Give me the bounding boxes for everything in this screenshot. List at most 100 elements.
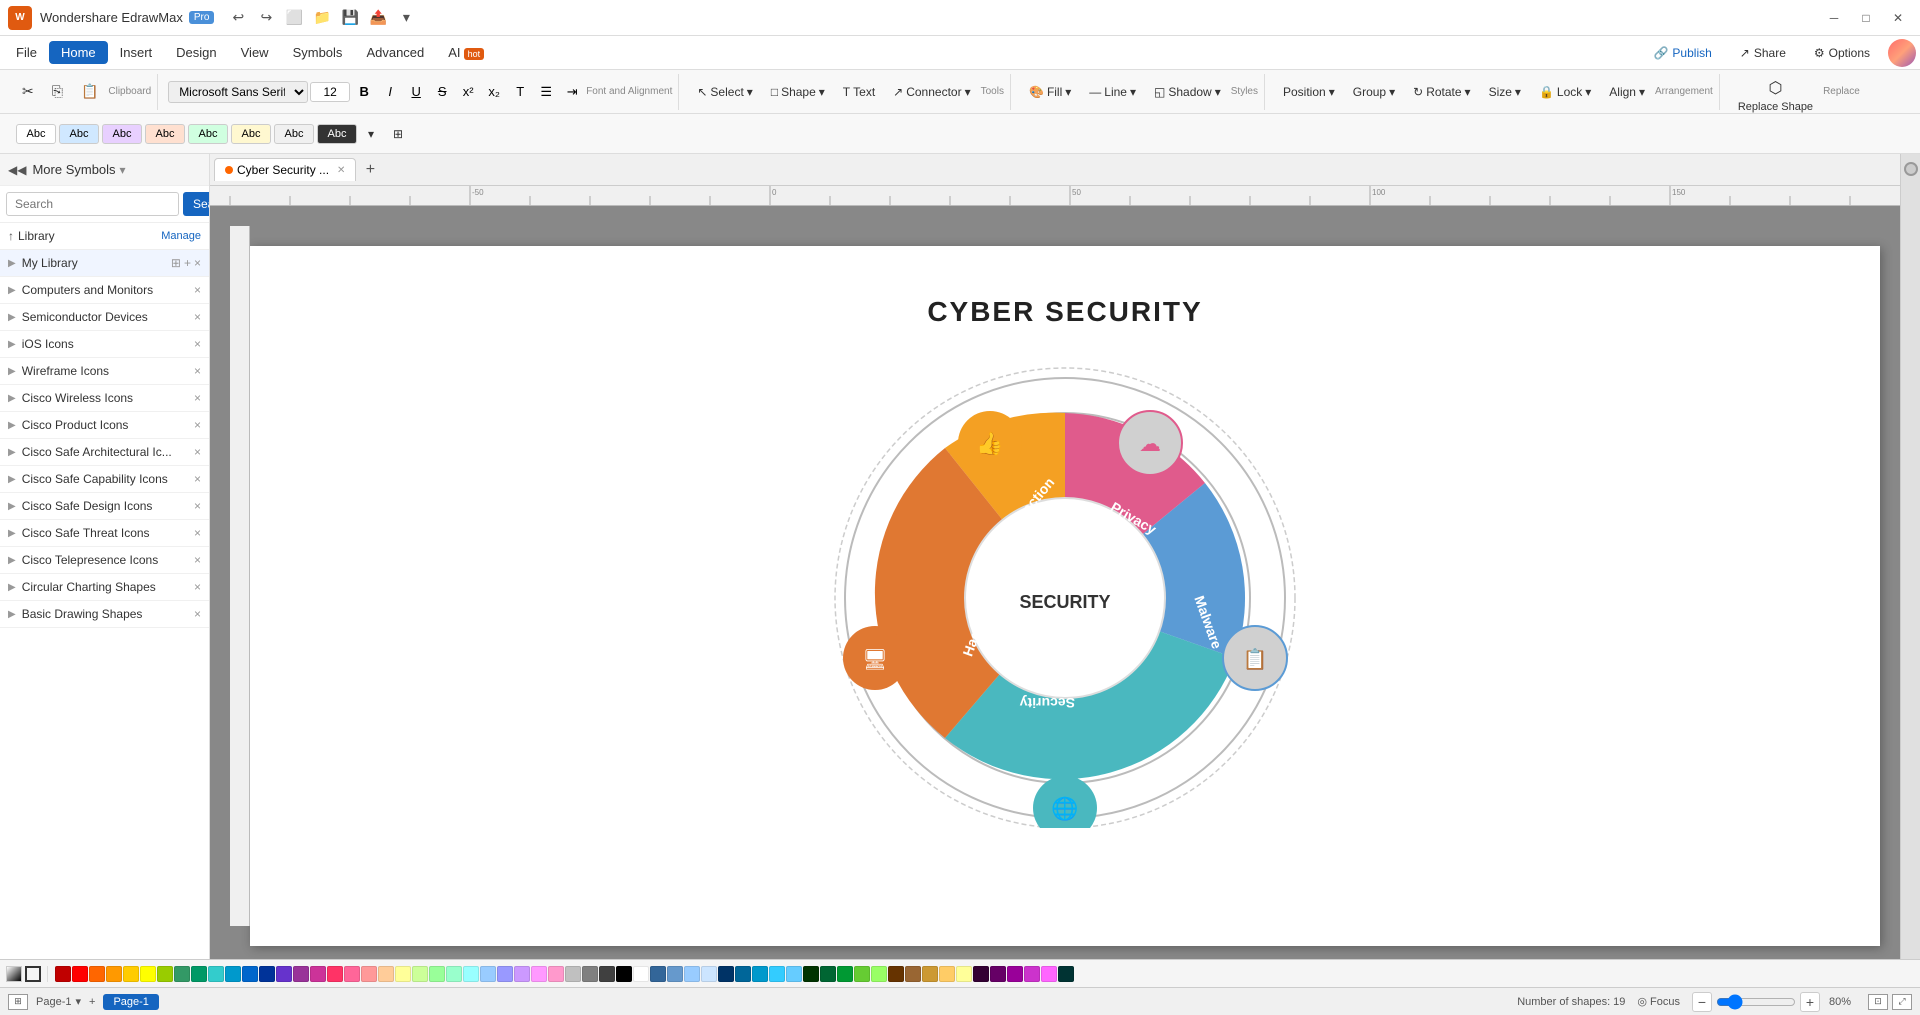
color-swatch[interactable]: [140, 966, 156, 982]
sidebar-item-cisco-threat[interactable]: ▶ Cisco Safe Threat Icons ×: [0, 520, 209, 547]
sidebar-item-my-library[interactable]: ▶ My Library ⊞ + ×: [0, 250, 209, 277]
replace-shape-btn[interactable]: ⬡ Replace Shape: [1730, 74, 1821, 110]
export-btn[interactable]: 📤: [366, 6, 390, 30]
wireframe-close-icon[interactable]: ×: [194, 364, 201, 378]
color-swatch[interactable]: [242, 966, 258, 982]
page-dropdown[interactable]: Page-1 ▾: [36, 995, 81, 1008]
sidebar-collapse-icon[interactable]: ◀◀: [8, 163, 26, 177]
basic-close-icon[interactable]: ×: [194, 607, 201, 621]
shadow-btn[interactable]: ◱Shadow▾: [1146, 81, 1229, 103]
style-preset-5[interactable]: Abc: [188, 124, 228, 144]
new-tab-button[interactable]: +: [358, 158, 382, 182]
sidebar-item-wireframe[interactable]: ▶ Wireframe Icons ×: [0, 358, 209, 385]
color-swatch[interactable]: [633, 966, 649, 982]
sidebar-item-cisco-cap[interactable]: ▶ Cisco Safe Capability Icons ×: [0, 466, 209, 493]
underline-btn[interactable]: U: [404, 80, 428, 104]
sidebar-item-semiconductor[interactable]: ▶ Semiconductor Devices ×: [0, 304, 209, 331]
focus-icon[interactable]: ◎: [1637, 995, 1647, 1008]
color-swatch[interactable]: [208, 966, 224, 982]
my-library-close-icon[interactable]: ×: [194, 256, 201, 270]
italic-btn[interactable]: I: [378, 80, 402, 104]
canvas-page[interactable]: CYBER SECURITY: [250, 246, 1880, 946]
color-swatch[interactable]: [684, 966, 700, 982]
color-swatch[interactable]: [123, 966, 139, 982]
menu-file[interactable]: File: [4, 41, 49, 64]
color-swatch[interactable]: [310, 966, 326, 982]
color-swatch[interactable]: [701, 966, 717, 982]
color-swatch[interactable]: [480, 966, 496, 982]
cisco-cap-close-icon[interactable]: ×: [194, 472, 201, 486]
style-preset-6[interactable]: Abc: [231, 124, 271, 144]
manage-link[interactable]: Manage: [161, 230, 201, 242]
position-btn[interactable]: Position▾: [1275, 81, 1343, 103]
color-swatch[interactable]: [616, 966, 632, 982]
style-preset-1[interactable]: Abc: [16, 124, 56, 144]
redo-btn[interactable]: ↪: [254, 6, 278, 30]
color-swatch[interactable]: [293, 966, 309, 982]
color-swatch[interactable]: [667, 966, 683, 982]
sidebar-item-ios[interactable]: ▶ iOS Icons ×: [0, 331, 209, 358]
color-swatch[interactable]: [548, 966, 564, 982]
color-swatch[interactable]: [191, 966, 207, 982]
circular-close-icon[interactable]: ×: [194, 580, 201, 594]
color-swatch[interactable]: [446, 966, 462, 982]
document-tab[interactable]: Cyber Security ... ✕: [214, 158, 356, 181]
search-button[interactable]: Search: [183, 192, 210, 216]
color-swatch[interactable]: [327, 966, 343, 982]
subscript-btn[interactable]: x₂: [482, 80, 506, 104]
scroll-indicator[interactable]: [1904, 162, 1918, 176]
color-swatch[interactable]: [497, 966, 513, 982]
cisco-tele-close-icon[interactable]: ×: [194, 553, 201, 567]
fullscreen-btn[interactable]: ⤢: [1892, 994, 1912, 1010]
cisco-design-close-icon[interactable]: ×: [194, 499, 201, 513]
color-swatch[interactable]: [803, 966, 819, 982]
paste-btn[interactable]: 📋: [73, 79, 106, 104]
new-btn[interactable]: ⬜: [282, 6, 306, 30]
color-swatch[interactable]: [259, 966, 275, 982]
select-btn[interactable]: ↖Select▾: [689, 81, 760, 103]
color-swatch[interactable]: [888, 966, 904, 982]
sidebar-item-circular[interactable]: ▶ Circular Charting Shapes ×: [0, 574, 209, 601]
close-btn[interactable]: ✕: [1884, 8, 1912, 28]
color-swatch[interactable]: [718, 966, 734, 982]
semiconductor-close-icon[interactable]: ×: [194, 310, 201, 324]
computers-close-icon[interactable]: ×: [194, 283, 201, 297]
more-btn[interactable]: ▾: [394, 6, 418, 30]
color-swatch[interactable]: [735, 966, 751, 982]
color-swatch[interactable]: [956, 966, 972, 982]
copy-btn[interactable]: ⎘: [44, 79, 71, 104]
style-more-btn[interactable]: ▾: [360, 123, 382, 145]
font-family-select[interactable]: Microsoft Sans Serif: [168, 81, 308, 103]
color-swatch[interactable]: [174, 966, 190, 982]
menu-home[interactable]: Home: [49, 41, 108, 64]
sidebar-item-cisco-tele[interactable]: ▶ Cisco Telepresence Icons ×: [0, 547, 209, 574]
menu-symbols[interactable]: Symbols: [281, 41, 355, 64]
zoom-in-btn[interactable]: +: [1800, 992, 1820, 1012]
undo-btn[interactable]: ↩: [226, 6, 250, 30]
sidebar-dropdown-icon[interactable]: ▾: [120, 163, 126, 177]
color-swatch[interactable]: [157, 966, 173, 982]
zoom-out-btn[interactable]: −: [1692, 992, 1712, 1012]
text-style-btn[interactable]: T: [508, 80, 532, 104]
grid-view-btn[interactable]: ⊞: [8, 994, 28, 1010]
align-btn[interactable]: Align▾: [1601, 81, 1653, 103]
color-swatch[interactable]: [939, 966, 955, 982]
color-swatch[interactable]: [1041, 966, 1057, 982]
color-swatch[interactable]: [463, 966, 479, 982]
user-avatar[interactable]: [1888, 39, 1916, 67]
color-swatch[interactable]: [1058, 966, 1074, 982]
menu-view[interactable]: View: [229, 41, 281, 64]
menu-ai[interactable]: AIhot: [436, 41, 496, 64]
color-swatch[interactable]: [922, 966, 938, 982]
zoom-slider[interactable]: [1716, 994, 1796, 1010]
sidebar-item-basic[interactable]: ▶ Basic Drawing Shapes ×: [0, 601, 209, 628]
text-btn[interactable]: TText: [835, 81, 883, 103]
color-swatch[interactable]: [871, 966, 887, 982]
list-btn[interactable]: ☰: [534, 80, 558, 104]
tab-close-icon[interactable]: ✕: [337, 165, 345, 176]
color-swatch[interactable]: [89, 966, 105, 982]
cisco-wireless-close-icon[interactable]: ×: [194, 391, 201, 405]
canvas-wrapper[interactable]: CYBER SECURITY: [210, 206, 1900, 959]
color-swatch[interactable]: [854, 966, 870, 982]
line-btn[interactable]: —Line▾: [1081, 81, 1144, 103]
